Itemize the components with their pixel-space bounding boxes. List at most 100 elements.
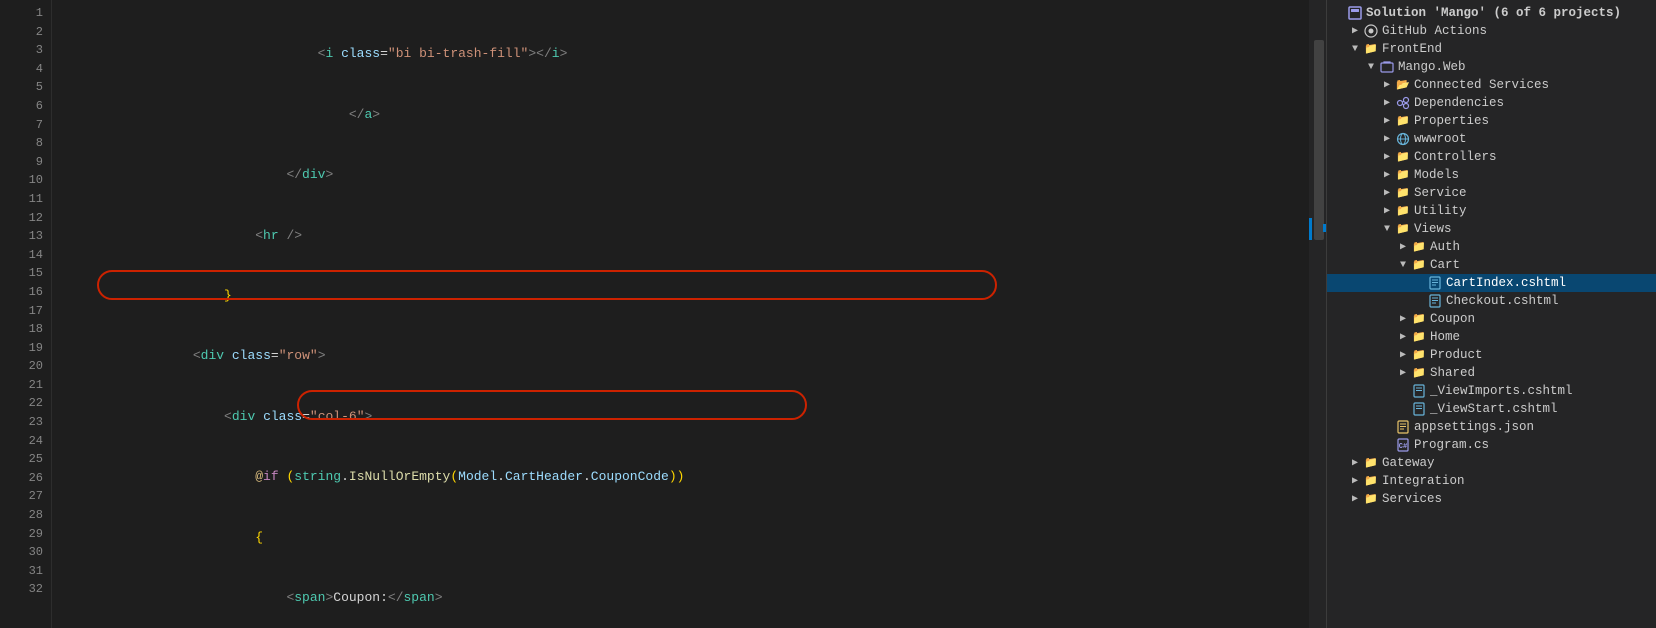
controllers-label: Controllers [1414,150,1497,164]
solution-icon [1347,5,1363,21]
shared-label: Shared [1430,366,1475,380]
scrollbar-track[interactable] [1312,0,1326,628]
sidebar-item-coupon[interactable]: 📁 Coupon [1327,310,1656,328]
auth-label: Auth [1430,240,1460,254]
integration-chevron [1347,475,1363,487]
sidebar-item-shared[interactable]: 📁 Shared [1327,364,1656,382]
dependencies-label: Dependencies [1414,96,1504,110]
code-line-10: <span>Coupon:</span> [68,588,1312,608]
mangoweb-label: Mango.Web [1398,60,1466,74]
sidebar-item-utility[interactable]: 📁 Utility [1327,202,1656,220]
line-numbers: 1 2 3 4 5 6 7 8 9 10 11 12 13 14 15 16 1… [0,0,52,628]
code-line-8: @if (string.IsNullOrEmpty(Model.CartHead… [68,467,1312,487]
controllers-chevron [1379,151,1395,163]
sidebar-item-viewimports[interactable]: _ViewImports.cshtml [1327,382,1656,400]
github-chevron [1347,25,1363,37]
sidebar-item-properties[interactable]: 📁 Properties [1327,112,1656,130]
integration-folder-icon: 📁 [1363,473,1379,489]
programcs-label: Program.cs [1414,438,1489,452]
wwwroot-chevron [1379,133,1395,145]
services-chevron [1347,493,1363,505]
sidebar-item-github-actions[interactable]: GitHub Actions [1327,22,1656,40]
views-label: Views [1414,222,1452,236]
sidebar-item-cartindex[interactable]: CartIndex.cshtml [1327,274,1656,292]
properties-chevron [1379,115,1395,127]
sidebar-item-programcs[interactable]: C# Program.cs [1327,436,1656,454]
utility-folder-icon: 📁 [1395,203,1411,219]
coupon-label: Coupon [1430,312,1475,326]
solution-root[interactable]: Solution 'Mango' (6 of 6 projects) [1327,4,1656,22]
github-actions-label: GitHub Actions [1382,24,1487,38]
sidebar-item-integration[interactable]: 📁 Integration [1327,472,1656,490]
code-line-5: } [68,286,1312,306]
properties-folder-icon: 📁 [1395,113,1411,129]
connectedservices-chevron [1379,79,1395,91]
editor-panel: 1 2 3 4 5 6 7 8 9 10 11 12 13 14 15 16 1… [0,0,1326,628]
cart-chevron [1395,260,1411,271]
solution-panel: Solution 'Mango' (6 of 6 projects) GitHu… [1326,0,1656,628]
sidebar-item-viewstart[interactable]: _ViewStart.cshtml [1327,400,1656,418]
code-content: <i class="bi bi-trash-fill"></i> </a> </… [52,0,1312,628]
properties-label: Properties [1414,114,1489,128]
sidebar-item-views[interactable]: 📁 Views [1327,220,1656,238]
sidebar-item-auth[interactable]: 📁 Auth [1327,238,1656,256]
utility-label: Utility [1414,204,1467,218]
models-chevron [1379,169,1395,181]
github-icon [1363,23,1379,39]
sidebar-item-product[interactable]: 📁 Product [1327,346,1656,364]
coupon-chevron [1395,313,1411,325]
home-label: Home [1430,330,1460,344]
shared-chevron [1395,367,1411,379]
models-folder-icon: 📁 [1395,167,1411,183]
sidebar-item-models[interactable]: 📁 Models [1327,166,1656,184]
cart-folder-icon: 📁 [1411,257,1427,273]
code-line-6: <div class="row"> [68,346,1312,366]
appsettings-icon [1395,419,1411,435]
viewimports-label: _ViewImports.cshtml [1430,384,1573,398]
controllers-folder-icon: 📁 [1395,149,1411,165]
scrollbar-indicator [1323,224,1326,232]
views-folder-icon: 📁 [1395,221,1411,237]
product-chevron [1395,349,1411,361]
scrollbar-thumb[interactable] [1314,40,1324,240]
sidebar-item-controllers[interactable]: 📁 Controllers [1327,148,1656,166]
code-line-7: <div class="col-6"> [68,407,1312,427]
viewstart-icon [1411,401,1427,417]
models-label: Models [1414,168,1459,182]
mangoweb-icon [1379,59,1395,75]
programcs-icon: C# [1395,437,1411,453]
frontend-folder-icon: 📁 [1363,41,1379,57]
sidebar-item-service[interactable]: 📁 Service [1327,184,1656,202]
services-label: Services [1382,492,1442,506]
viewstart-label: _ViewStart.cshtml [1430,402,1558,416]
coupon-folder-icon: 📁 [1411,311,1427,327]
gateway-label: Gateway [1382,456,1435,470]
sidebar-item-connected-services[interactable]: 📂 Connected Services [1327,76,1656,94]
connectedservices-label: Connected Services [1414,78,1549,92]
sidebar-item-wwwroot[interactable]: wwwroot [1327,130,1656,148]
sidebar-item-dependencies[interactable]: Dependencies [1327,94,1656,112]
solution-label: Solution 'Mango' (6 of 6 projects) [1366,6,1621,20]
sidebar-item-mango-web[interactable]: Mango.Web [1327,58,1656,76]
wwwroot-icon [1395,131,1411,147]
sidebar-item-services[interactable]: 📁 Services [1327,490,1656,508]
home-chevron [1395,331,1411,343]
frontend-label: FrontEnd [1382,42,1442,56]
sidebar-item-gateway[interactable]: 📁 Gateway [1327,454,1656,472]
auth-chevron [1395,241,1411,253]
sidebar-item-home[interactable]: 📁 Home [1327,328,1656,346]
product-folder-icon: 📁 [1411,347,1427,363]
cart-label: Cart [1430,258,1460,272]
code-content-wrapper: <i class="bi bi-trash-fill"></i> </a> </… [52,0,1312,628]
frontend-chevron [1347,44,1363,55]
sidebar-item-frontend[interactable]: 📁 FrontEnd [1327,40,1656,58]
checkout-icon [1427,293,1443,309]
sidebar-item-cart[interactable]: 📁 Cart [1327,256,1656,274]
code-line-4: <hr /> [68,226,1312,246]
sidebar-item-checkout[interactable]: Checkout.cshtml [1327,292,1656,310]
code-line-2: </a> [68,105,1312,125]
shared-folder-icon: 📁 [1411,365,1427,381]
sidebar-item-appsettings[interactable]: appsettings.json [1327,418,1656,436]
home-folder-icon: 📁 [1411,329,1427,345]
cartindex-label: CartIndex.cshtml [1446,276,1566,290]
